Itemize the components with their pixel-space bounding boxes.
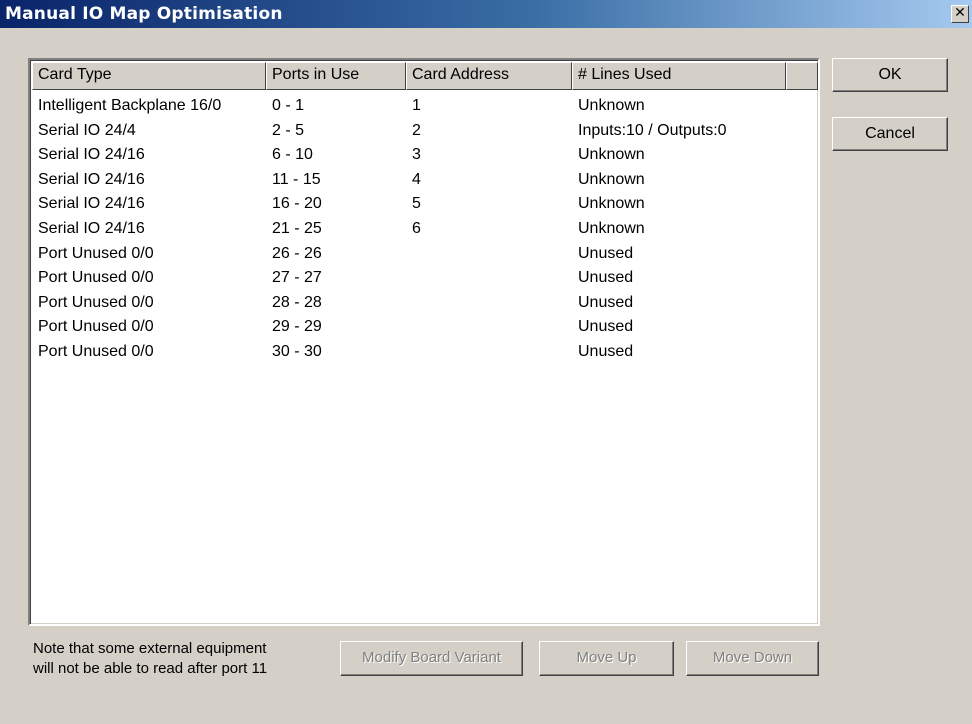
- table-row[interactable]: Serial IO 24/16 16 - 20 5 Unknown: [32, 192, 818, 217]
- move-up-button[interactable]: Move Up: [539, 641, 674, 676]
- cell-card-type: Port Unused 0/0: [38, 318, 154, 336]
- cell-card-type: Port Unused 0/0: [38, 342, 154, 360]
- window-title: Manual IO Map Optimisation: [5, 4, 283, 24]
- cell-card-type: Serial IO 24/16: [38, 146, 145, 164]
- cell-lines: Unused: [578, 318, 634, 336]
- cell-address: 6: [412, 219, 421, 237]
- cell-ports: 2 - 5: [272, 121, 305, 139]
- cell-card-type: Intelligent Backplane 16/0: [38, 97, 222, 114]
- cell-ports: 28 - 28: [272, 293, 322, 311]
- card-list[interactable]: Card Type Ports in Use Card Address # Li…: [28, 58, 820, 626]
- cell-lines: Unknown: [578, 170, 645, 188]
- cancel-button[interactable]: Cancel: [832, 117, 948, 151]
- table-row[interactable]: Port Unused 0/0 28 - 28 Unused: [32, 291, 818, 316]
- note-line-1: Note that some external equipment: [33, 640, 267, 657]
- cell-address: 3: [412, 146, 421, 164]
- cell-lines: Unused: [578, 269, 634, 287]
- cell-ports: 29 - 29: [272, 318, 322, 336]
- close-button[interactable]: ✕: [951, 5, 969, 23]
- cell-card-type: Serial IO 24/16: [38, 170, 145, 188]
- column-header-ports-in-use[interactable]: Ports in Use: [266, 62, 406, 90]
- cell-lines: Unknown: [578, 97, 645, 114]
- cell-lines: Unknown: [578, 219, 645, 237]
- cell-ports: 27 - 27: [272, 269, 322, 287]
- port-warning-note: Note that some external equipment will n…: [33, 639, 333, 679]
- cell-card-type: Serial IO 24/16: [38, 219, 145, 237]
- table-row[interactable]: Serial IO 24/16 6 - 10 3 Unknown: [32, 143, 818, 168]
- cell-ports: 21 - 25: [272, 219, 322, 237]
- cell-ports: 0 - 1: [272, 97, 305, 114]
- cell-address: 2: [412, 121, 421, 139]
- cell-card-type: Port Unused 0/0: [38, 293, 154, 311]
- cell-card-type: Serial IO 24/4: [38, 121, 136, 139]
- table-row[interactable]: Port Unused 0/0 29 - 29 Unused: [32, 315, 818, 340]
- cell-lines: Unused: [578, 293, 634, 311]
- cell-ports: 16 - 20: [272, 195, 322, 213]
- close-icon: ✕: [954, 5, 966, 21]
- cell-lines: Unused: [578, 342, 634, 360]
- cell-lines: Unused: [578, 244, 634, 262]
- cell-card-type: Serial IO 24/16: [38, 195, 145, 213]
- note-line-2: will not be able to read after port 11: [33, 660, 268, 677]
- cell-address: 4: [412, 170, 421, 188]
- title-bar[interactable]: Manual IO Map Optimisation ✕: [0, 0, 972, 28]
- cell-lines: Unknown: [578, 195, 645, 213]
- cell-ports: 26 - 26: [272, 244, 322, 262]
- cell-address: 5: [412, 195, 421, 213]
- cell-ports: 11 - 15: [272, 170, 321, 188]
- table-row[interactable]: Serial IO 24/16 21 - 25 6 Unknown: [32, 217, 818, 242]
- cell-lines: Inputs:10 / Outputs:0: [578, 121, 727, 139]
- table-row[interactable]: Serial IO 24/4 2 - 5 2 Inputs:10 / Outputs:…: [32, 119, 818, 144]
- cell-lines: Unknown: [578, 146, 645, 164]
- cell-card-type: Port Unused 0/0: [38, 244, 154, 262]
- list-header: Card Type Ports in Use Card Address # Li…: [32, 62, 818, 90]
- column-header-card-address[interactable]: Card Address: [406, 62, 572, 90]
- column-header-filler: [786, 62, 818, 90]
- list-rows: Intelligent Backplane 16/0 0 - 1 1 Unknown S…: [32, 94, 818, 365]
- cell-address: 1: [412, 97, 421, 114]
- cell-ports: 6 - 10: [272, 146, 313, 164]
- table-row[interactable]: Serial IO 24/16 11 - 15 4 Unknown: [32, 168, 818, 193]
- table-row[interactable]: Port Unused 0/0 26 - 26 Unused: [32, 242, 818, 267]
- cell-card-type: Port Unused 0/0: [38, 269, 154, 287]
- modify-board-variant-button[interactable]: Modify Board Variant: [340, 641, 523, 676]
- ok-button[interactable]: OK: [832, 58, 948, 92]
- column-header-card-type[interactable]: Card Type: [32, 62, 266, 90]
- cell-ports: 30 - 30: [272, 342, 322, 360]
- column-header-lines-used[interactable]: # Lines Used: [572, 62, 786, 90]
- table-row[interactable]: Port Unused 0/0 30 - 30 Unused: [32, 340, 818, 365]
- table-row[interactable]: Intelligent Backplane 16/0 0 - 1 1 Unknown: [32, 94, 818, 119]
- move-down-button[interactable]: Move Down: [686, 641, 819, 676]
- table-row[interactable]: Port Unused 0/0 27 - 27 Unused: [32, 266, 818, 291]
